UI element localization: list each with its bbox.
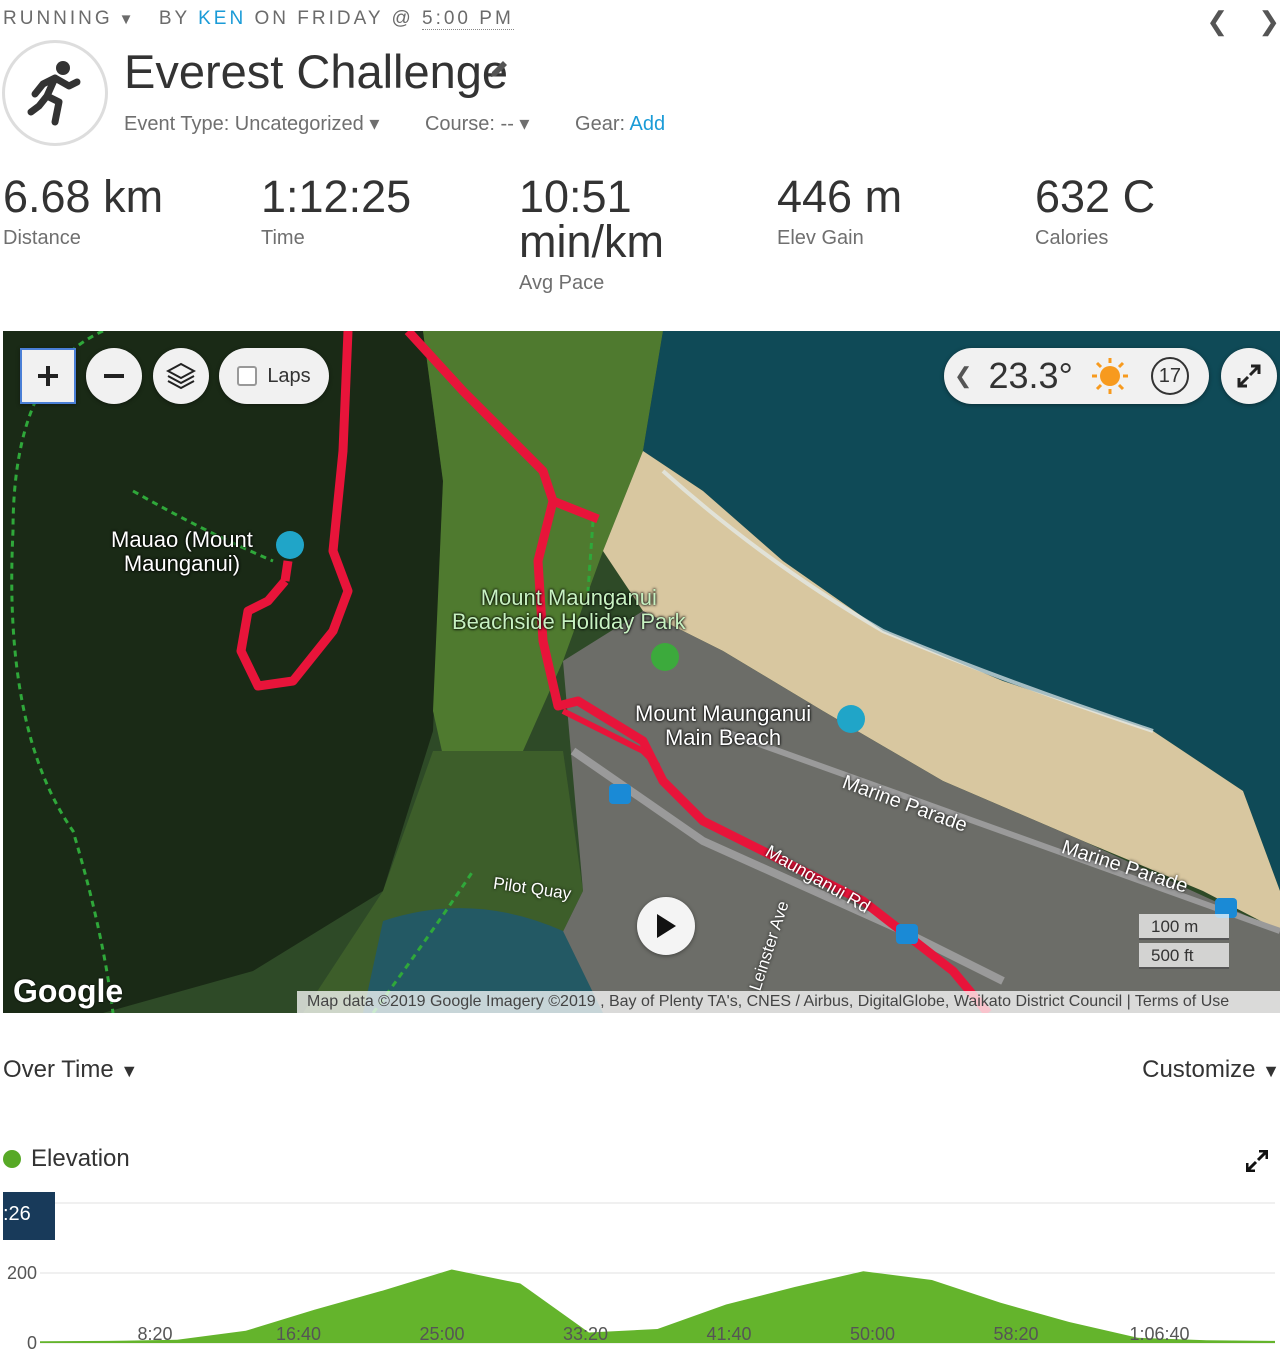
x-tick-label: 33:20 [563, 1324, 608, 1344]
map-fullscreen-button[interactable] [1221, 348, 1277, 404]
start-time[interactable]: 5:00 PM [422, 8, 514, 30]
play-route-button[interactable] [637, 897, 695, 955]
zoom-out-button[interactable] [86, 348, 142, 404]
activity-type-caret-icon[interactable]: ▼ [119, 11, 137, 28]
course-dropdown[interactable]: Course: -- ▾ [425, 113, 530, 135]
legend-label: Elevation [31, 1145, 130, 1172]
running-icon [2, 40, 108, 146]
x-tick-label: 25:00 [419, 1324, 464, 1344]
elevation-area [40, 1269, 1275, 1343]
expand-chart-icon[interactable] [1245, 1149, 1269, 1177]
stat-calories: 632 C Calories [1035, 171, 1156, 249]
gear-field: Gear: Add [575, 113, 666, 135]
y-tick-label: 0 [27, 1333, 37, 1353]
map-scale: 100 m 500 ft [1139, 914, 1269, 972]
next-activity-icon[interactable]: ❯ [1258, 6, 1280, 36]
date-label: ON FRIDAY @ [254, 8, 414, 29]
activity-meta: RUNNING ▼ BY KEN ON FRIDAY @ 5:00 PM [3, 8, 514, 30]
minus-icon [104, 374, 124, 378]
edit-title-icon[interactable] [488, 58, 510, 85]
route-map[interactable]: Mauao (Mount Maunganui) Mount Maunganui Be… [3, 331, 1280, 1013]
play-icon [657, 914, 676, 938]
laps-checkbox[interactable] [237, 366, 258, 386]
expand-icon [1237, 364, 1261, 388]
x-tick-label: 1:06:40 [1129, 1324, 1189, 1344]
y-tick-label: 200 [7, 1263, 37, 1283]
wind-speed: 17 [1150, 357, 1189, 395]
x-tick-label: 8:20 [137, 1324, 172, 1344]
stat-elev-gain: 446 m Elev Gain [777, 171, 903, 249]
laps-toggle[interactable]: Laps [219, 348, 329, 404]
event-type-dropdown[interactable]: Event Type: Uncategorized ▾ [124, 113, 379, 135]
map-label-mauao: Mauao (Mount Maunganui) [111, 527, 253, 576]
activity-title: Everest Challenge [124, 45, 509, 98]
by-label: BY [158, 8, 190, 29]
stat-avg-pace: 10:51 min/km Avg Pace [519, 171, 664, 294]
add-gear-link[interactable]: Add [630, 113, 666, 135]
elevation-legend-dot [3, 1150, 21, 1168]
activity-sub-meta: Event Type: Uncategorized ▾ Course: -- ▾… [124, 111, 705, 136]
stat-distance: 6.68 km Distance [3, 171, 164, 249]
layers-icon [166, 362, 196, 390]
chart-legend[interactable]: Elevation [3, 1145, 130, 1173]
user-link[interactable]: KEN [198, 8, 246, 29]
weather-widget[interactable]: ❮ 23.3° 17 [944, 348, 1209, 404]
map-label-main-beach: Mount Maunganui Main Beach [635, 701, 812, 750]
chart-tooltip: :26 [3, 1192, 55, 1240]
over-time-dropdown[interactable]: Over Time ▼ [3, 1056, 138, 1084]
x-tick-label: 41:40 [706, 1324, 751, 1344]
zoom-in-button[interactable] [20, 348, 76, 404]
activity-type[interactable]: RUNNING [3, 8, 113, 29]
activity-nav: ❮ ❯ [1176, 6, 1280, 37]
plus-icon [38, 366, 58, 386]
elevation-chart[interactable]: 02004008:2016:4025:0033:2041:4050:0058:2… [0, 1185, 1280, 1355]
x-tick-label: 16:40 [276, 1324, 321, 1344]
map-attribution: Map data ©2019 Google Imagery ©2019 , Ba… [297, 991, 1280, 1013]
map-label-holiday-park: Mount Maunganui Beachside Holiday Park [452, 585, 686, 634]
map-layers-button[interactable] [153, 348, 209, 404]
x-tick-label: 58:20 [993, 1324, 1038, 1344]
prev-activity-icon[interactable]: ❮ [1206, 6, 1228, 36]
x-tick-label: 50:00 [850, 1324, 895, 1344]
sun-icon [1091, 358, 1128, 394]
customize-dropdown[interactable]: Customize ▼ [1142, 1056, 1280, 1084]
google-logo: Google [13, 973, 124, 1009]
temperature: 23.3° [988, 355, 1073, 396]
collapse-weather-icon[interactable]: ❮ [954, 363, 972, 389]
stat-time: 1:12:25 Time [261, 171, 412, 249]
